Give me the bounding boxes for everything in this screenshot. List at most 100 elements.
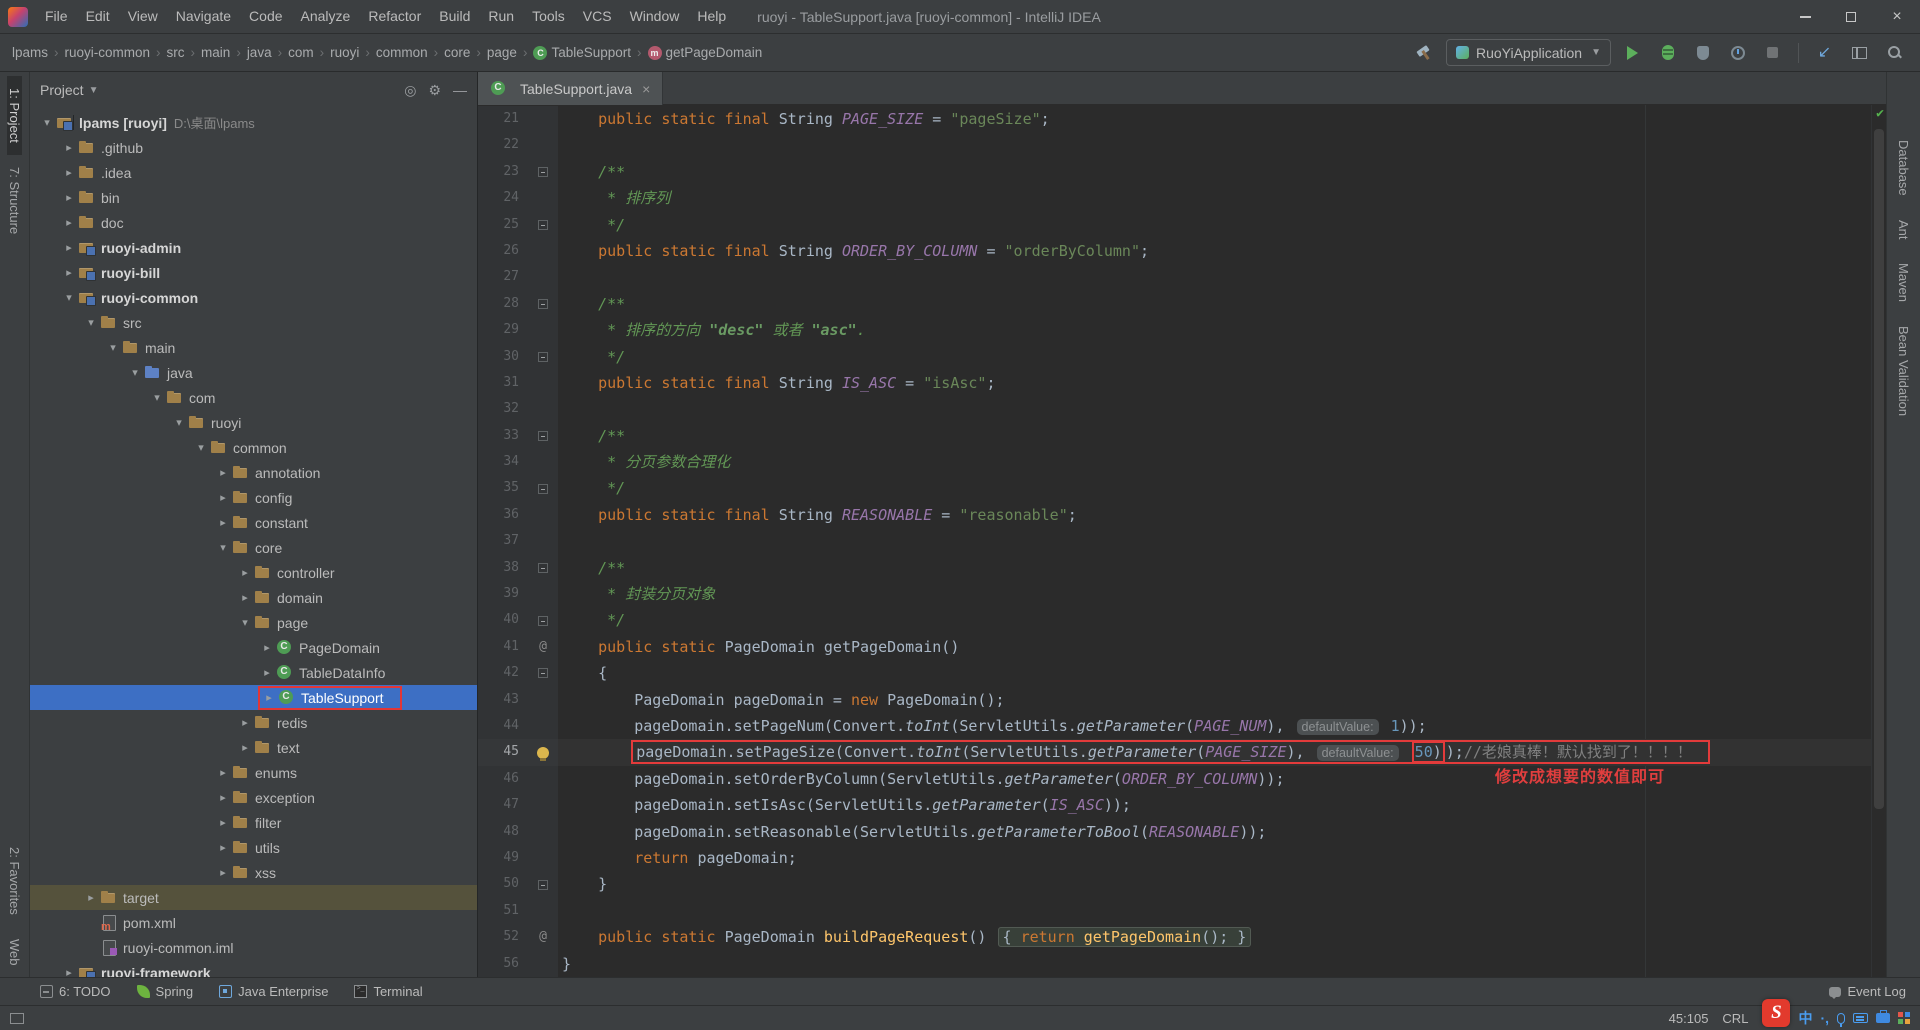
settings-icon[interactable]: ⚙ [428,82,441,99]
inspection-ok-icon[interactable]: ✔ [1876,106,1884,121]
menu-tools[interactable]: Tools [523,0,574,33]
chinese-mode-icon[interactable]: 中 [1798,1008,1812,1028]
line-number[interactable]: 26 [478,237,528,265]
toolwindow-button-1-project[interactable]: 1: Project [7,76,22,155]
breadcrumb-item-ruoyi-common[interactable]: ruoyi-common [65,45,151,60]
tree-item-target[interactable]: ▸ target [30,885,477,910]
code-line-30[interactable]: 30 */ [478,343,1871,370]
grid-icon[interactable] [1898,1012,1910,1024]
menu-edit[interactable]: Edit [77,0,119,33]
line-number[interactable]: 30 [478,343,528,370]
fold-marker-icon[interactable] [538,351,548,362]
toolwindow-switcher-icon[interactable] [10,1012,24,1024]
toolbox-icon[interactable] [1876,1010,1890,1023]
code-line-56[interactable]: 56} [478,950,1871,977]
code-line-33[interactable]: 33 /** [478,422,1871,450]
chevron-right-icon[interactable]: ▸ [236,741,254,754]
folded-code-chip[interactable]: { return getPageDomain(); } [997,927,1252,948]
line-number[interactable]: 23 [478,158,528,186]
chevron-down-icon[interactable]: ▾ [82,316,100,329]
tree-item-redis[interactable]: ▸ redis [30,710,477,735]
microphone-icon[interactable] [1837,1012,1845,1027]
chevron-right-icon[interactable]: ▸ [60,216,78,229]
caret-position[interactable]: 45:105 [1669,1011,1709,1026]
code-line-32[interactable]: 32 [478,396,1871,423]
close-button[interactable]: × [1874,0,1920,34]
tree-item-ruoyi[interactable]: ▾ ruoyi [30,410,477,435]
chevron-right-icon[interactable]: ▸ [60,191,78,204]
minimize-button[interactable] [1782,0,1828,34]
line-number[interactable]: 40 [478,607,528,634]
code-line-25[interactable]: 25 */ [478,211,1871,238]
line-number[interactable]: 42 [478,660,528,687]
tree-item-text[interactable]: ▸ text [30,735,477,760]
code-line-40[interactable]: 40 */ [478,607,1871,634]
chevron-right-icon[interactable]: ▸ [214,466,232,479]
toolwindow-button-ant[interactable]: Ant [1896,208,1911,252]
line-number[interactable]: 22 [478,132,528,159]
chevron-right-icon[interactable]: ▸ [236,566,254,579]
intention-bulb-icon[interactable] [537,746,549,761]
fold-marker-icon[interactable] [538,430,548,441]
line-number[interactable]: 45 [478,739,528,766]
line-number[interactable]: 24 [478,185,528,212]
menu-vcs[interactable]: VCS [574,0,621,33]
tree-item-ruoyi-common-iml[interactable]: ruoyi-common.iml [30,935,477,960]
punctuation-icon[interactable]: ·, [1820,1010,1829,1026]
code-line-50[interactable]: 50 } [478,871,1871,898]
chevron-right-icon[interactable]: ▸ [60,166,78,179]
code-line-41[interactable]: 41 @ public static PageDomain getPageDoma… [478,633,1871,661]
maximize-button[interactable] [1828,0,1874,34]
tree-item-xss[interactable]: ▸ xss [30,860,477,885]
line-number[interactable]: 39 [478,581,528,608]
chevron-right-icon[interactable]: ▸ [214,816,232,829]
hide-panel-icon[interactable]: — [453,82,467,99]
chevron-right-icon[interactable]: ▸ [236,716,254,729]
tree-item-java[interactable]: ▾ java [30,360,477,385]
fold-marker-icon[interactable] [538,668,548,679]
breadcrumb-item-common[interactable]: common [376,45,428,60]
code-line-44[interactable]: 44 pageDomain.setPageNum(Convert.toInt(S… [478,712,1871,740]
code-line-22[interactable]: 22 [478,132,1871,159]
breadcrumb-item-core[interactable]: core [444,45,470,60]
line-number[interactable]: 21 [478,106,528,133]
chevron-down-icon[interactable]: ▾ [148,391,166,404]
close-tab-icon[interactable]: × [642,81,650,97]
chevron-right-icon[interactable]: ▸ [214,766,232,779]
fold-marker-icon[interactable] [538,562,548,573]
line-number[interactable]: 51 [478,897,528,925]
tree-item-lpams-ruoyi[interactable]: ▾ lpams [ruoyi] D:\桌面\lpams [30,110,477,135]
chevron-right-icon[interactable]: ▸ [214,491,232,504]
line-number[interactable]: 56 [478,950,528,977]
tree-item-com[interactable]: ▾ com [30,385,477,410]
run-icon[interactable] [1619,39,1646,66]
editor-scrollbar[interactable] [1871,105,1886,977]
chevron-right-icon[interactable]: ▸ [214,866,232,879]
line-number[interactable]: 32 [478,396,528,423]
keyboard-icon[interactable] [1853,1013,1868,1023]
tree-item-exception[interactable]: ▸ exception [30,785,477,810]
chevron-right-icon[interactable]: ▸ [258,666,276,679]
tree-item-tabledatainfo[interactable]: ▸ TableDataInfo [30,660,477,685]
breadcrumb-item-com[interactable]: com [288,45,314,60]
code-line-35[interactable]: 35 */ [478,475,1871,502]
breadcrumb-item-main[interactable]: main [201,45,230,60]
toolwindow-button-terminal[interactable]: Terminal [354,984,423,999]
tree-item-pagedomain[interactable]: ▸ PageDomain [30,635,477,660]
menu-analyze[interactable]: Analyze [292,0,360,33]
line-number[interactable]: 48 [478,818,528,845]
profiler-icon[interactable] [1724,39,1751,66]
toolwindow-button-6-todo[interactable]: 6: TODO [40,984,111,999]
code-line-23[interactable]: 23 /** [478,158,1871,186]
code-line-27[interactable]: 27 [478,264,1871,291]
menu-build[interactable]: Build [430,0,479,33]
chevron-down-icon[interactable]: ▾ [236,616,254,629]
chevron-right-icon[interactable]: ▸ [214,516,232,529]
tree-item-annotation[interactable]: ▸ annotation [30,460,477,485]
code-line-48[interactable]: 48 pageDomain.setReasonable(ServletUtils… [478,818,1871,845]
breadcrumb-item-lpams[interactable]: lpams [12,45,48,60]
chevron-down-icon[interactable]: ▾ [38,116,56,129]
debug-icon[interactable] [1654,39,1681,66]
tree-item-ruoyi-bill[interactable]: ▸ ruoyi-bill [30,260,477,285]
tree-item-github[interactable]: ▸ .github [30,135,477,160]
